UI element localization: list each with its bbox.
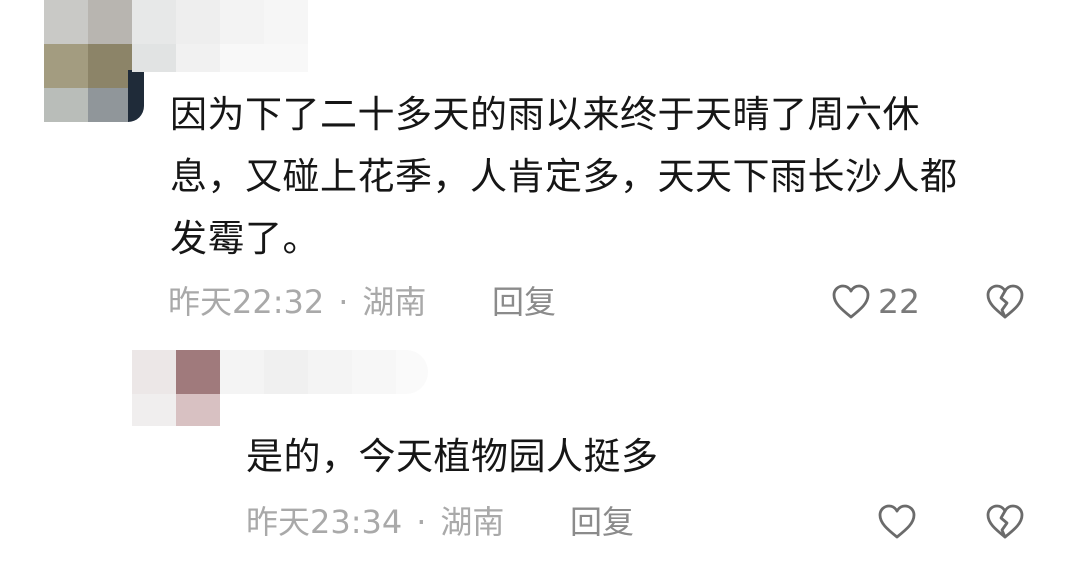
- avatar[interactable]: [44, 0, 144, 122]
- reply-text: 是的，今天植物园人挺多: [246, 435, 659, 478]
- broken-heart-icon: [986, 284, 1024, 319]
- like-button[interactable]: [876, 502, 918, 542]
- comment-text: 因为下了二十多天的雨以来终于天晴了周六休 息，又碰上花季，人肯定多，天天下雨长沙…: [170, 84, 958, 270]
- reply-username[interactable]: [220, 336, 428, 408]
- location: 湖南: [362, 283, 427, 321]
- comment-text-line: 发霉了。: [170, 217, 320, 260]
- like-button[interactable]: [830, 282, 872, 322]
- reply-avatar[interactable]: [132, 350, 220, 426]
- comment-text-line: 息，又碰上花季，人肯定多，天天下雨长沙人都: [170, 155, 958, 198]
- reply-meta: 昨天23:34 · 湖南: [246, 502, 504, 542]
- dislike-button[interactable]: [984, 282, 1026, 322]
- timestamp: 昨天23:34: [246, 503, 403, 541]
- location: 湖南: [440, 503, 505, 541]
- reply-button[interactable]: 回复: [492, 282, 556, 322]
- separator: ·: [338, 283, 349, 321]
- dislike-button[interactable]: [984, 502, 1026, 542]
- timestamp: 昨天22:32: [168, 283, 325, 321]
- comment-text-line: 因为下了二十多天的雨以来终于天晴了周六休: [170, 93, 920, 136]
- heart-outline-icon: [832, 284, 870, 319]
- heart-outline-icon: [878, 504, 916, 539]
- comment-meta: 昨天22:32 · 湖南: [168, 282, 426, 322]
- separator: ·: [416, 503, 427, 541]
- reply-button[interactable]: 回复: [570, 502, 634, 542]
- like-count: 22: [878, 282, 920, 321]
- username[interactable]: [132, 0, 308, 72]
- broken-heart-icon: [986, 504, 1024, 539]
